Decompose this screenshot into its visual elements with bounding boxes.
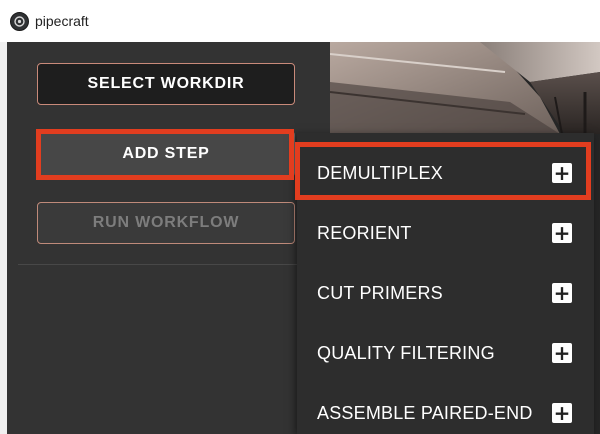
plus-icon[interactable]: + [552,343,572,363]
select-workdir-button[interactable]: SELECT WORKDIR [37,63,295,105]
menu-item-quality-filtering[interactable]: QUALITY FILTERING + [297,323,594,383]
menu-item-label: ASSEMBLE PAIRED-END [317,402,533,423]
plus-icon[interactable]: + [552,163,572,183]
plus-icon[interactable]: + [552,283,572,303]
menu-item-demultiplex[interactable]: DEMULTIPLEX + [297,143,594,203]
title-bar: pipecraft [0,0,600,42]
menu-item-assemble-paired-end[interactable]: ASSEMBLE PAIRED-END + [297,383,594,434]
plus-icon[interactable]: + [552,223,572,243]
pipecraft-logo-icon [10,11,29,31]
run-workflow-button[interactable]: RUN WORKFLOW [37,202,295,244]
pipecraft-logo-glyph [14,15,25,27]
add-step-button[interactable]: ADD STEP [37,131,295,177]
menu-item-label: CUT PRIMERS [317,282,443,303]
sidebar: SELECT WORKDIR ADD STEP RUN WORKFLOW [7,42,330,434]
window-title: pipecraft [35,13,89,29]
app-window: pipecraft SELECT WORKDIR ADD STEP RUN WO… [0,0,600,434]
menu-item-label: QUALITY FILTERING [317,342,495,363]
menu-item-label: DEMULTIPLEX [317,162,443,183]
plus-icon[interactable]: + [552,403,572,423]
menu-item-reorient[interactable]: REORIENT + [297,203,594,263]
sidebar-divider [18,264,330,265]
add-step-menu: DEMULTIPLEX + REORIENT + CUT PRIMERS + Q… [297,133,594,434]
menu-item-label: REORIENT [317,222,412,243]
menu-item-cut-primers[interactable]: CUT PRIMERS + [297,263,594,323]
